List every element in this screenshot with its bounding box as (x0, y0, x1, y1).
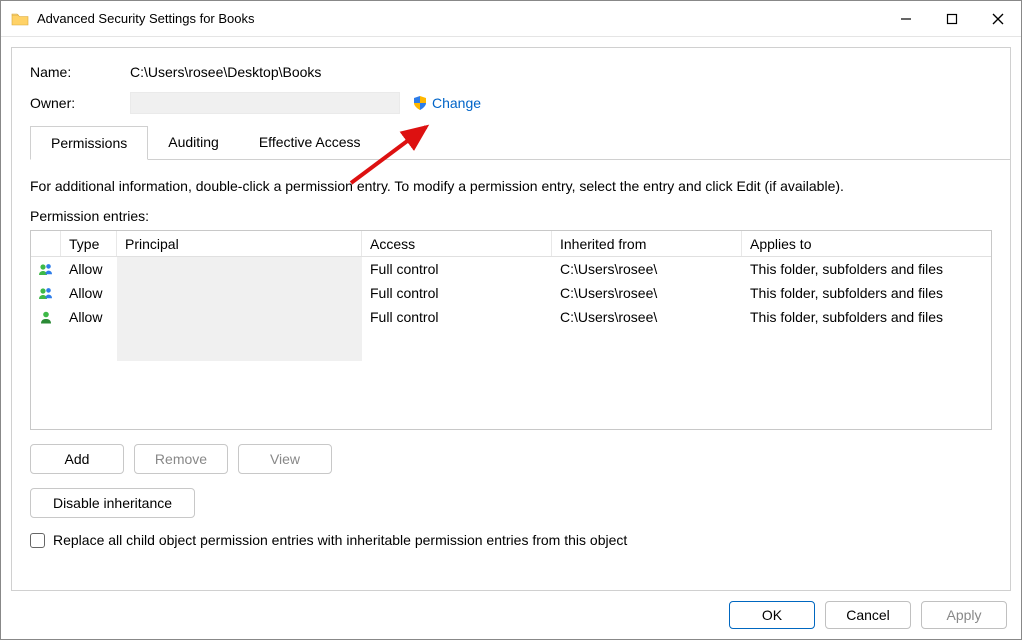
owner-value-box (130, 92, 400, 114)
table-row[interactable]: Allow Full control C:\Users\rosee\ This … (31, 257, 991, 281)
change-owner-link[interactable]: Change (432, 95, 481, 111)
group-icon (38, 261, 54, 277)
tab-auditing[interactable]: Auditing (148, 126, 239, 160)
ok-button[interactable]: OK (729, 601, 815, 629)
cell-type: Allow (61, 307, 117, 327)
cell-type: Allow (61, 283, 117, 303)
remove-button[interactable]: Remove (134, 444, 228, 474)
window-controls (883, 1, 1021, 36)
titlebar: Advanced Security Settings for Books (1, 1, 1021, 37)
name-row: Name: C:\Users\rosee\Desktop\Books (30, 64, 992, 80)
replace-checkbox-label: Replace all child object permission entr… (53, 532, 627, 548)
replace-checkbox[interactable] (30, 533, 45, 548)
disable-inheritance-button[interactable]: Disable inheritance (30, 488, 195, 518)
cell-applies-to: This folder, subfolders and files (742, 307, 991, 327)
header-access[interactable]: Access (362, 231, 552, 256)
cell-applies-to: This folder, subfolders and files (742, 283, 991, 303)
owner-label: Owner: (30, 95, 130, 111)
cell-access: Full control (362, 259, 552, 279)
header-type[interactable]: Type (61, 231, 117, 256)
group-icon (38, 285, 54, 301)
shield-icon (412, 95, 428, 111)
permission-entries-label: Permission entries: (30, 208, 992, 224)
header-principal[interactable]: Principal (117, 231, 362, 256)
cell-principal (117, 257, 362, 281)
minimize-button[interactable] (883, 1, 929, 36)
cell-access: Full control (362, 283, 552, 303)
view-button[interactable]: View (238, 444, 332, 474)
info-text: For additional information, double-click… (30, 178, 992, 194)
disable-inheritance-row: Disable inheritance (30, 488, 992, 518)
cell-inherited-from: C:\Users\rosee\ (552, 259, 742, 279)
apply-button[interactable]: Apply (921, 601, 1007, 629)
entry-button-row: Add Remove View (30, 444, 992, 474)
maximize-button[interactable] (929, 1, 975, 36)
tab-effective-access[interactable]: Effective Access (239, 126, 381, 160)
header-inherited-from[interactable]: Inherited from (552, 231, 742, 256)
window-title: Advanced Security Settings for Books (37, 11, 255, 26)
add-button[interactable]: Add (30, 444, 124, 474)
table-row-empty (31, 329, 991, 353)
table-row[interactable]: Allow Full control C:\Users\rosee\ This … (31, 281, 991, 305)
header-applies-to[interactable]: Applies to (742, 231, 991, 256)
permission-entries-table: Type Principal Access Inherited from App… (30, 230, 992, 430)
cell-principal (117, 281, 362, 305)
cancel-button[interactable]: Cancel (825, 601, 911, 629)
user-icon (38, 309, 54, 325)
cell-inherited-from: C:\Users\rosee\ (552, 307, 742, 327)
name-value: C:\Users\rosee\Desktop\Books (130, 64, 321, 80)
replace-checkbox-row[interactable]: Replace all child object permission entr… (30, 532, 992, 548)
cell-applies-to: This folder, subfolders and files (742, 259, 991, 279)
cell-inherited-from: C:\Users\rosee\ (552, 283, 742, 303)
close-button[interactable] (975, 1, 1021, 36)
tab-permissions[interactable]: Permissions (30, 126, 148, 160)
folder-icon (11, 12, 29, 26)
table-header: Type Principal Access Inherited from App… (31, 231, 991, 257)
content-frame: Name: C:\Users\rosee\Desktop\Books Owner… (11, 47, 1011, 591)
cell-type: Allow (61, 259, 117, 279)
name-label: Name: (30, 64, 130, 80)
tabs: Permissions Auditing Effective Access (30, 126, 992, 160)
cell-access: Full control (362, 307, 552, 327)
dialog-buttons: OK Cancel Apply (729, 601, 1007, 629)
owner-row: Owner: Change (30, 92, 992, 114)
